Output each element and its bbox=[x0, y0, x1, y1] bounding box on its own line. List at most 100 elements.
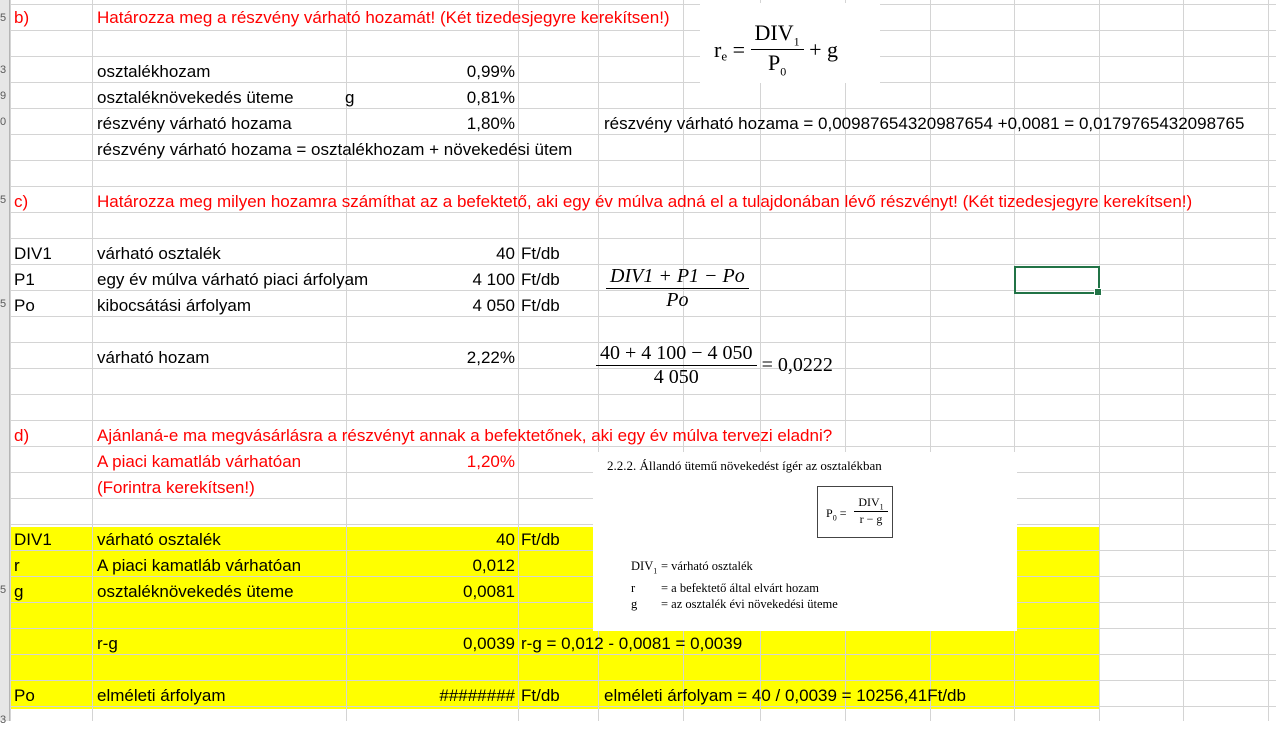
eq1-numerator: DIV1 + P1 − Po bbox=[606, 265, 749, 289]
b-row-label-3[interactable]: részvény várható hozama bbox=[94, 111, 295, 137]
row-header-number[interactable]: 5 bbox=[0, 187, 6, 213]
legend-text-2: = a befektető által elvárt hozam bbox=[661, 580, 820, 595]
grid-row-line bbox=[0, 31, 1276, 57]
c-label-1[interactable]: várható osztalék bbox=[94, 241, 224, 267]
active-cell-selection[interactable] bbox=[1014, 266, 1102, 296]
b-row-value-1[interactable]: 0,99% bbox=[432, 59, 518, 85]
d-label-3[interactable]: osztaléknövekedés üteme bbox=[94, 579, 297, 605]
eq2-result: = 0,0222 bbox=[761, 354, 833, 376]
row-header-number[interactable]: 3 bbox=[0, 57, 6, 83]
c-unit-1[interactable]: Ft/db bbox=[518, 241, 563, 267]
row-header-number[interactable]: 5 bbox=[0, 291, 6, 317]
d-label-1[interactable]: várható osztalék bbox=[94, 527, 224, 553]
book-formula-box: P0 = DIV1 r − g bbox=[817, 486, 893, 538]
b-calc-note[interactable]: részvény várható hozama = 0,009876543209… bbox=[601, 111, 1247, 137]
book-heading: 2.2.2. Állandó ütemű növekedést ígér az … bbox=[607, 458, 882, 473]
book-formula-den: r − g bbox=[859, 512, 883, 527]
d-po-unit[interactable]: Ft/db bbox=[518, 683, 563, 709]
book-legend-row: g = az osztalék évi növekedési üteme bbox=[631, 596, 838, 612]
formula-lhs-sub: e bbox=[721, 48, 728, 64]
legend-text-1: = várható osztalék bbox=[661, 559, 753, 573]
book-legend-row: DIV1 = várható osztalék bbox=[631, 558, 838, 580]
book-legend: DIV1 = várható osztalék r = a befektető ál… bbox=[631, 558, 838, 612]
b-formula-text[interactable]: részvény várható hozama = osztalékhozam … bbox=[94, 137, 575, 163]
c-code-1[interactable]: DIV1 bbox=[11, 241, 55, 267]
row-header-number[interactable]: 5 bbox=[0, 5, 6, 31]
legend-sym-2: r bbox=[631, 580, 636, 595]
formula-num: DIV bbox=[754, 20, 794, 45]
c-unit-3[interactable]: Ft/db bbox=[518, 293, 563, 319]
d-rg-note[interactable]: r-g = 0,012 - 0,0081 = 0,0039 bbox=[518, 631, 745, 657]
c-value-2[interactable]: 4 100 bbox=[432, 267, 518, 293]
section-b-title[interactable]: Határozza meg a részvény várható hozamát… bbox=[94, 5, 673, 31]
c-unit-2[interactable]: Ft/db bbox=[518, 267, 563, 293]
legend-sub-1: 1 bbox=[653, 566, 658, 576]
d-rate-value[interactable]: 1,20% bbox=[432, 449, 518, 475]
legend-sym-3: g bbox=[631, 596, 638, 611]
grid-row-line bbox=[0, 395, 1276, 421]
d-rg-label[interactable]: r-g bbox=[94, 631, 121, 657]
d-po-code[interactable]: Po bbox=[11, 683, 38, 709]
formula-fraction: DIV1 P0 bbox=[750, 20, 804, 80]
c-code-2[interactable]: P1 bbox=[11, 267, 38, 293]
d-round-note[interactable]: (Forintra kerekítsen!) bbox=[94, 475, 258, 501]
d-rate-label[interactable]: A piaci kamatláb várhatóan bbox=[94, 449, 304, 475]
b-row-value-3[interactable]: 1,80% bbox=[432, 111, 518, 137]
b-row-sym-2[interactable]: g bbox=[342, 85, 357, 111]
d-po-label[interactable]: elméleti árfolyam bbox=[94, 683, 229, 709]
formula-den: P bbox=[767, 50, 781, 76]
d-value-3[interactable]: 0,0081 bbox=[432, 579, 518, 605]
row-header-number[interactable]: 0 bbox=[0, 109, 6, 135]
book-legend-row: r = a befektető által elvárt hozam bbox=[631, 580, 838, 596]
c-code-3[interactable]: Po bbox=[11, 293, 38, 319]
b-row-value-2[interactable]: 0,81% bbox=[432, 85, 518, 111]
eq2-numerator: 40 + 4 100 − 4 050 bbox=[596, 342, 757, 366]
section-d-title[interactable]: Ajánlaná-e ma megvásárlásra a részvényt … bbox=[94, 423, 835, 449]
grid-row-line bbox=[0, 213, 1276, 239]
c-numeric-equation[interactable]: 40 + 4 100 − 4 050 4 050 = 0,0222 bbox=[596, 342, 833, 389]
eq1-denominator: Po bbox=[666, 289, 689, 311]
section-c-label[interactable]: c) bbox=[11, 189, 31, 215]
c-symbolic-equation[interactable]: DIV1 + P1 − Po Po bbox=[606, 265, 749, 312]
grid-row-line bbox=[0, 161, 1276, 187]
c-expected-value[interactable]: 2,22% bbox=[432, 345, 518, 371]
d-po-note[interactable]: elméleti árfolyam = 40 / 0,0039 = 10256,… bbox=[601, 683, 969, 709]
d-code-3[interactable]: g bbox=[11, 579, 26, 605]
book-formula-lhs-sub: 0 bbox=[832, 513, 837, 523]
formula-num-sub: 1 bbox=[793, 34, 800, 49]
d-code-1[interactable]: DIV1 bbox=[11, 527, 55, 553]
d-value-2[interactable]: 0,012 bbox=[432, 553, 518, 579]
b-row-label-1[interactable]: osztalékhozam bbox=[94, 59, 213, 85]
book-excerpt-image[interactable]: 2.2.2. Állandó ütemű növekedést ígér az … bbox=[593, 452, 1017, 631]
d-value-1[interactable]: 40 bbox=[432, 527, 518, 553]
c-value-1[interactable]: 40 bbox=[432, 241, 518, 267]
row-header-number[interactable]: 5 bbox=[0, 577, 6, 603]
legend-sym-1: DIV bbox=[631, 559, 654, 573]
grid-row-line bbox=[0, 317, 1276, 343]
c-label-3[interactable]: kibocsátási árfolyam bbox=[94, 293, 254, 319]
formula-equals: = bbox=[732, 36, 746, 62]
section-c-title[interactable]: Határozza meg milyen hozamra számíthat a… bbox=[94, 189, 1195, 215]
formula-den-sub: 0 bbox=[780, 64, 787, 79]
row-header-number[interactable]: 3 bbox=[0, 707, 6, 733]
d-code-2[interactable]: r bbox=[11, 553, 23, 579]
formula-tail: + g bbox=[809, 36, 839, 62]
c-label-2[interactable]: egy év múlva várható piaci árfolyam bbox=[94, 267, 371, 293]
c-value-3[interactable]: 4 050 bbox=[432, 293, 518, 319]
d-rg-value[interactable]: 0,0039 bbox=[432, 631, 518, 657]
section-d-label[interactable]: d) bbox=[11, 423, 32, 449]
grid-row-line bbox=[0, 655, 1276, 681]
book-formula-num-sub: 1 bbox=[879, 502, 884, 512]
d-po-value[interactable]: ######## bbox=[432, 683, 518, 709]
b-row-label-2[interactable]: osztaléknövekedés üteme bbox=[94, 85, 297, 111]
book-formula-lhs: P bbox=[826, 506, 833, 520]
return-formula-image[interactable]: re = DIV1 P0 + g bbox=[700, 3, 880, 83]
book-formula-num: DIV bbox=[858, 495, 880, 509]
d-unit-1[interactable]: Ft/db bbox=[518, 527, 563, 553]
d-label-2[interactable]: A piaci kamatláb várhatóan bbox=[94, 553, 304, 579]
c-expected-label[interactable]: várható hozam bbox=[94, 345, 212, 371]
row-header-number[interactable]: 9 bbox=[0, 83, 6, 109]
section-b-label[interactable]: b) bbox=[11, 5, 32, 31]
row-header-strip[interactable]: 53905553 bbox=[0, 0, 10, 726]
fill-handle[interactable] bbox=[1094, 288, 1102, 296]
